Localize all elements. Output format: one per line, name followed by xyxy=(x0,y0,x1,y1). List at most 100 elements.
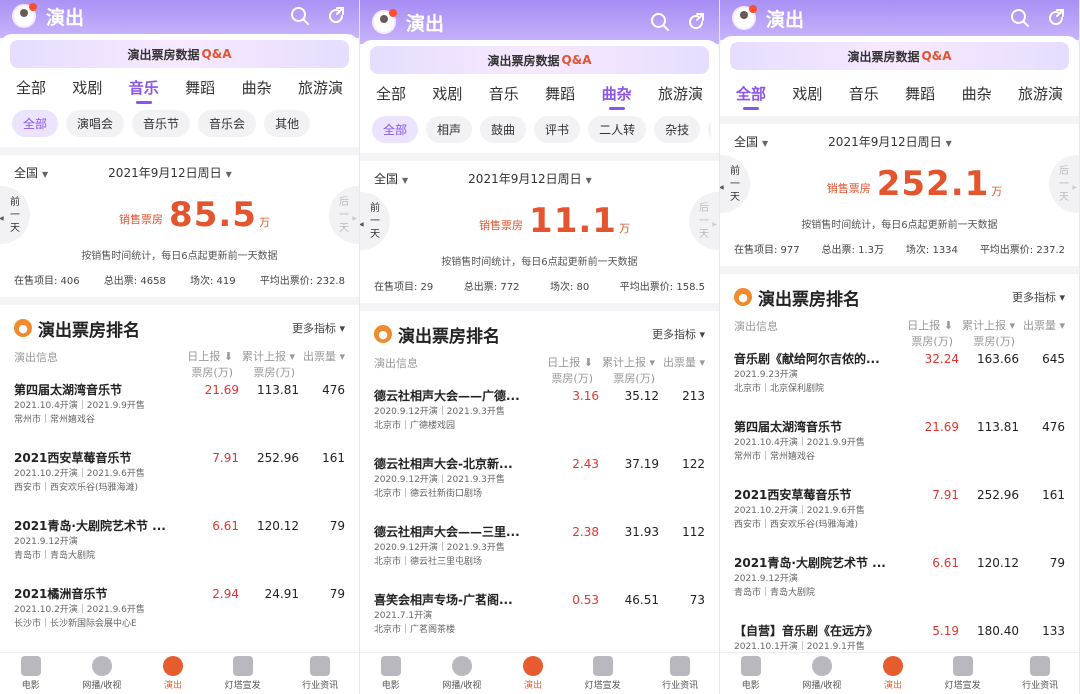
table-row[interactable]: 音乐剧《献给阿尔吉侬的... 2021.9.23开演 北京市｜北京保利剧院 32.24… xyxy=(720,350,1079,418)
search-icon[interactable] xyxy=(289,5,311,27)
tab-5[interactable]: 旅游演 xyxy=(1016,83,1065,104)
table-row[interactable]: 2021橘洲音乐节 2021.10.2开演｜2021.9.6开售 长沙市｜长沙新国际… xyxy=(0,585,359,653)
nav-play[interactable]: 网播/收视 xyxy=(82,656,121,691)
more-metrics-button[interactable]: 更多指标 ▾ xyxy=(652,326,705,342)
prev-day-char: 天 xyxy=(730,191,740,203)
chip-4[interactable]: 其他 xyxy=(264,110,311,137)
table-row[interactable]: 德云社相声大会——广德... 2020.9.12开演｜2021.9.3开售 北京市｜… xyxy=(360,387,719,455)
table-row[interactable]: 2021西安草莓音乐节 2021.10.2开演｜2021.9.6开售 西安市｜西安欢… xyxy=(0,449,359,517)
date-select[interactable]: 2021年9月12日周日 ▼ xyxy=(108,164,232,181)
avatar[interactable] xyxy=(732,5,757,30)
nav-news[interactable]: 行业资讯 xyxy=(662,656,698,691)
row-tickets: 161 xyxy=(1042,488,1065,502)
col-total[interactable]: 累计上报 ▾ 票房(万) xyxy=(953,318,1015,350)
avatar[interactable] xyxy=(12,3,37,28)
table-row[interactable]: 2021西安草莓音乐节 2021.10.2开演｜2021.9.6开售 西安市｜西安欢… xyxy=(720,486,1079,554)
qa-banner[interactable]: 演出票房数据 Q&A xyxy=(730,42,1069,70)
nav-play[interactable]: 网播/收视 xyxy=(802,656,841,691)
col-tickets[interactable]: 出票量 ▾ xyxy=(1015,318,1065,350)
tab-2[interactable]: 音乐 xyxy=(487,83,521,104)
table-row[interactable]: 2021青岛·大剧院艺术节 ... 2021.9.12开演 青岛市｜青岛大剧院 6.6… xyxy=(720,554,1079,622)
nav-mic[interactable]: 演出 xyxy=(522,656,543,691)
tab-1[interactable]: 戏剧 xyxy=(430,83,464,104)
tab-2[interactable]: 音乐 xyxy=(127,77,161,104)
tab-3[interactable]: 舞蹈 xyxy=(543,83,577,104)
region-select[interactable]: 全国 ▼ xyxy=(374,170,408,187)
chip-2[interactable]: 鼓曲 xyxy=(480,116,527,143)
tab-3[interactable]: 舞蹈 xyxy=(183,77,217,98)
col-daily[interactable]: 日上报 ⬇ 票房(万) xyxy=(531,355,593,387)
more-metrics-button[interactable]: 更多指标 ▾ xyxy=(1012,289,1065,305)
nav-news[interactable]: 行业资讯 xyxy=(1022,656,1058,691)
table-row[interactable]: 喜笑会相声专场-广茗阁... 2021.7.1开演 北京市｜广茗阁茶楼 0.53 46.… xyxy=(360,591,719,659)
share-icon[interactable] xyxy=(1045,7,1067,29)
tab-5[interactable]: 旅游演 xyxy=(656,83,705,104)
tab-1[interactable]: 戏剧 xyxy=(790,83,824,104)
table-row[interactable]: 德云社相声大会-北京新... 2020.9.12开演｜2021.9.3开售 北京市｜… xyxy=(360,455,719,523)
nav-play[interactable]: 网播/收视 xyxy=(442,656,481,691)
tab-0[interactable]: 全部 xyxy=(374,83,408,104)
col-tickets[interactable]: 出票量 ▾ xyxy=(295,349,345,381)
avatar[interactable] xyxy=(372,9,397,34)
prev-day-button[interactable]: ◀ 前一天 xyxy=(720,155,750,213)
update-note: 按销售时间统计，每日6点起更新前一天数据 xyxy=(81,251,278,262)
date-select[interactable]: 2021年9月12日周日 ▼ xyxy=(828,133,952,150)
tab-2[interactable]: 音乐 xyxy=(847,83,881,104)
nav-news[interactable]: 行业资讯 xyxy=(302,656,338,691)
col-daily[interactable]: 日上报 ⬇ 票房(万) xyxy=(891,318,953,350)
region-select[interactable]: 全国 ▼ xyxy=(734,133,768,150)
next-day-button[interactable]: ▶ 后一天 xyxy=(329,186,359,244)
tab-3[interactable]: 舞蹈 xyxy=(903,83,937,104)
qa-banner[interactable]: 演出票房数据 Q&A xyxy=(370,46,709,74)
chip-2[interactable]: 音乐节 xyxy=(132,110,191,137)
nav-film[interactable]: 电影 xyxy=(20,656,41,691)
tab-0[interactable]: 全部 xyxy=(14,77,48,98)
nav-lighthouse[interactable]: 灯塔宣发 xyxy=(225,656,261,691)
chip-1[interactable]: 相声 xyxy=(426,116,473,143)
search-icon[interactable] xyxy=(1009,7,1031,29)
prev-day-button[interactable]: ◀ 前一天 xyxy=(360,192,390,250)
nav-film[interactable]: 电影 xyxy=(740,656,761,691)
date-select[interactable]: 2021年9月12日周日 ▼ xyxy=(468,170,592,187)
col-tickets[interactable]: 出票量 ▾ xyxy=(655,355,705,387)
nav-film[interactable]: 电影 xyxy=(380,656,401,691)
chip-3[interactable]: 评书 xyxy=(534,116,581,143)
more-metrics-button[interactable]: 更多指标 ▾ xyxy=(292,320,345,336)
next-day-button[interactable]: ▶ 后一天 xyxy=(1049,155,1079,213)
table-row[interactable]: 第四届太湖湾音乐节 2021.10.4开演｜2021.9.9开售 常州市｜常州嬉戏谷… xyxy=(720,418,1079,486)
tab-4[interactable]: 曲杂 xyxy=(960,83,994,104)
chip-3[interactable]: 音乐会 xyxy=(198,110,257,137)
next-day-button[interactable]: ▶ 后一天 xyxy=(689,192,719,250)
nav-mic[interactable]: 演出 xyxy=(882,656,903,691)
table-row[interactable]: 第四届太湖湾音乐节 2021.10.4开演｜2021.9.9开售 常州市｜常州嬉戏谷… xyxy=(0,381,359,449)
chip-1[interactable]: 演唱会 xyxy=(66,110,125,137)
search-icon[interactable] xyxy=(649,11,671,33)
region-select[interactable]: 全国 ▼ xyxy=(14,164,48,181)
tab-4[interactable]: 曲杂 xyxy=(240,77,274,98)
chip-0[interactable]: 全部 xyxy=(372,116,419,143)
tab-5[interactable]: 旅游演 xyxy=(296,77,345,98)
col-total[interactable]: 累计上报 ▾ 票房(万) xyxy=(593,355,655,387)
page-title: 演出 xyxy=(46,6,85,29)
chip-4[interactable]: 二人转 xyxy=(588,116,647,143)
share-icon[interactable] xyxy=(325,5,347,27)
row-venue: 北京市｜广德楼戏园 xyxy=(374,421,456,431)
film-icon xyxy=(380,656,401,676)
share-icon[interactable] xyxy=(685,11,707,33)
tab-4[interactable]: 曲杂 xyxy=(600,83,634,110)
chip-5[interactable]: 杂技 xyxy=(654,116,701,143)
table-row[interactable]: 德云社相声大会——三里... 2020.9.12开演｜2021.9.3开售 北京市｜… xyxy=(360,523,719,591)
nav-lighthouse[interactable]: 灯塔宣发 xyxy=(945,656,981,691)
table-row[interactable]: 2021青岛·大剧院艺术节 ... 2021.9.12开演 青岛市｜青岛大剧院 6.6… xyxy=(0,517,359,585)
nav-lighthouse[interactable]: 灯塔宣发 xyxy=(585,656,621,691)
qa-banner[interactable]: 演出票房数据 Q&A xyxy=(10,40,349,68)
row-total: 24.91 xyxy=(264,587,299,601)
prev-day-button[interactable]: ◀ 前一天 xyxy=(0,186,30,244)
col-total[interactable]: 累计上报 ▾ 票房(万) xyxy=(233,349,295,381)
chip-6[interactable]: 其 xyxy=(708,116,711,143)
col-daily[interactable]: 日上报 ⬇ 票房(万) xyxy=(171,349,233,381)
chip-0[interactable]: 全部 xyxy=(12,110,59,137)
tab-1[interactable]: 戏剧 xyxy=(70,77,104,98)
nav-mic[interactable]: 演出 xyxy=(162,656,183,691)
tab-0[interactable]: 全部 xyxy=(734,83,768,110)
